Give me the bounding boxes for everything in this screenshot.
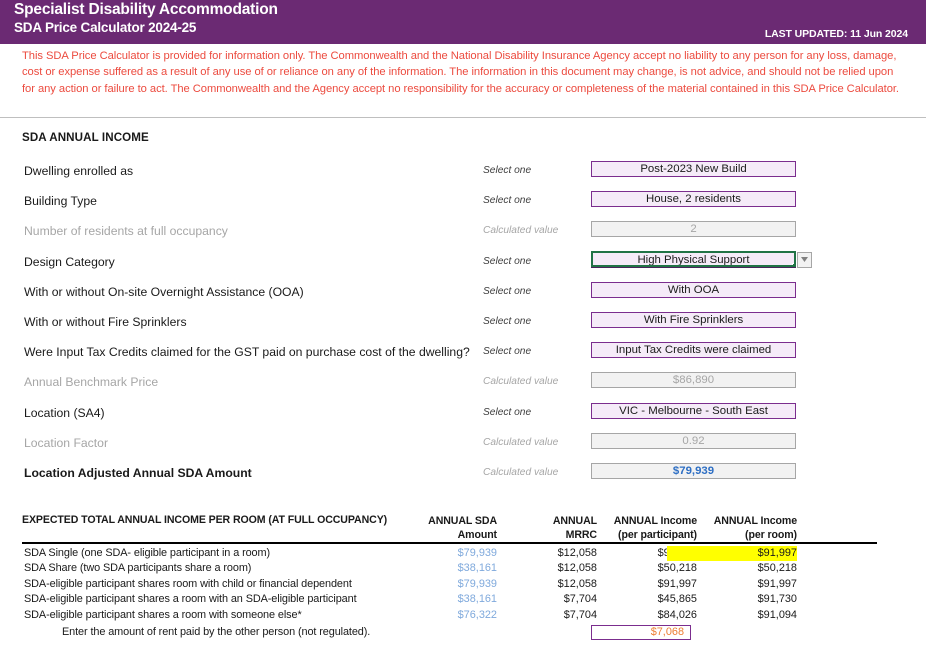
table-row: SDA-eligible participant shares a room w…	[0, 592, 926, 607]
form-row-select-value[interactable]: Input Tax Credits were claimed	[591, 342, 796, 359]
form-row-calculated-value: 2	[591, 221, 796, 238]
form-row-select-value[interactable]: With Fire Sprinklers	[591, 312, 796, 328]
table-row-label: SDA Single (one SDA- eligible participan…	[24, 547, 271, 559]
form-row-hint: Calculated value	[483, 376, 559, 388]
form-row-hint: Select one	[483, 406, 532, 418]
chevron-down-icon[interactable]	[797, 251, 812, 268]
form-row: Building Type Select one House, 2 resident…	[0, 191, 926, 213]
form-row-select-value[interactable]: High Physical Support	[591, 250, 796, 267]
form-row-label: Location Factor	[24, 435, 109, 450]
page-title-primary: Specialist Disability Accommodation	[14, 1, 278, 18]
table-title: EXPECTED TOTAL ANNUAL INCOME PER ROOM (A…	[22, 514, 388, 526]
rent-amount-input[interactable]: $7,068	[591, 624, 691, 640]
form-row: Number of residents at full occupancy Cal…	[0, 221, 926, 243]
table-header-rule	[22, 542, 877, 544]
table-row: SDA-eligible participant shares a room w…	[0, 608, 926, 623]
form-row-hint: Calculated value	[483, 467, 559, 478]
page-header-banner: Specialist Disability Accommodation SDA …	[0, 0, 926, 44]
form-row-hint: Select one	[483, 316, 532, 327]
form-row-label: Annual Benchmark Price	[24, 375, 159, 390]
table-cell-per-room: $91,997	[757, 577, 797, 590]
form-row-label: Number of residents at full occupancy	[24, 224, 228, 239]
disclaimer-text: This SDA Price Calculator is provided fo…	[22, 50, 899, 95]
form-row-hint: Calculated value	[483, 436, 559, 448]
form-row: Annual Benchmark Price Calculated value $8…	[0, 372, 926, 394]
form-row-hint: Select one	[483, 285, 532, 297]
form-row: Design Category Select one High Physical S…	[0, 250, 926, 274]
form-row-hint: Select one	[483, 165, 532, 176]
form-row-label: With or without On-site Overnight Assist…	[24, 284, 304, 299]
form-row-label: Were Input Tax Credits claimed for the G…	[24, 345, 470, 360]
form-row-label: Location (SA4)	[24, 405, 105, 420]
form-row-hint: Select one	[483, 255, 532, 267]
form-row: With or without On-site Overnight Assist…	[0, 281, 926, 304]
page-title-secondary: SDA Price Calculator 2024-25	[14, 20, 197, 35]
rent-entry-label: Enter the amount of rent paid by the oth…	[62, 625, 371, 638]
last-updated-label: LAST UPDATED: 11 Jun 2024	[764, 28, 908, 40]
form-row-label: Dwelling enrolled as	[24, 164, 134, 178]
table-row-label: SDA-eligible participant shares a room w…	[24, 593, 357, 606]
form-row: With or without Fire Sprinklers Select on…	[0, 312, 926, 334]
form-row: Location Factor Calculated value 0.92	[0, 432, 926, 455]
disclaimer-divider	[0, 117, 926, 118]
form-row-calculated-value: 0.92	[591, 432, 796, 449]
sda-price-calculator-page: Specialist Disability Accommodation SDA …	[0, 0, 926, 645]
form-row: Location Adjusted Annual SDA Amount Calcu…	[0, 463, 926, 485]
table-row-label: SDA-eligible participant shares room wit…	[24, 577, 352, 590]
form-row-label: Design Category	[24, 254, 115, 269]
table-row: SDA-eligible participant shares room wit…	[0, 577, 926, 592]
table-row-label: SDA-eligible participant shares a room w…	[24, 608, 302, 621]
form-row-calculated-value: $79,939	[591, 463, 796, 479]
table-cell-per-room: $91,730	[757, 593, 797, 606]
table-row: SDA Share (two SDA participants share a …	[0, 561, 926, 576]
column-header-line1: ANNUAL Income	[713, 515, 797, 527]
form-row-calculated-value: $86,890	[591, 372, 796, 389]
form-row-hint: Calculated value	[483, 225, 559, 237]
form-row: Dwelling enrolled as Select one Post-2023 …	[0, 161, 926, 183]
form-row-label: Building Type	[24, 194, 97, 209]
rent-entry-row: Enter the amount of rent paid by the oth…	[0, 624, 926, 640]
section-heading-sda-annual-income: SDA ANNUAL INCOME	[22, 131, 149, 144]
form-row-select-value[interactable]: VIC - Melbourne - South East	[591, 402, 796, 419]
table-cell-per-room: $50,218	[757, 562, 797, 575]
form-row: Were Input Tax Credits claimed for the G…	[0, 342, 926, 364]
form-row-label: With or without Fire Sprinklers	[24, 315, 187, 329]
table-column-header: ANNUAL Income (per room)	[667, 514, 797, 542]
cell-fill-handle[interactable]	[792, 262, 794, 265]
table-row-label: SDA Share (two SDA participants share a …	[24, 562, 252, 575]
form-row-hint: Select one	[483, 346, 532, 358]
form-row-label: Location Adjusted Annual SDA Amount	[24, 466, 252, 480]
form-row: Location (SA4) Select one VIC - Melbourne …	[0, 402, 926, 425]
table-row: SDA Single (one SDA- eligible participan…	[0, 546, 926, 561]
form-row-select-value[interactable]: With OOA	[591, 281, 796, 298]
table-cell-per-room: $91,094	[757, 608, 797, 621]
form-row-select-value[interactable]: House, 2 residents	[591, 191, 796, 208]
form-row-hint: Select one	[483, 195, 532, 207]
table-cell-per-room: $91,997	[667, 546, 797, 561]
column-header-line2: (per room)	[745, 529, 797, 541]
form-row-select-value[interactable]: Post-2023 New Build	[591, 161, 796, 177]
